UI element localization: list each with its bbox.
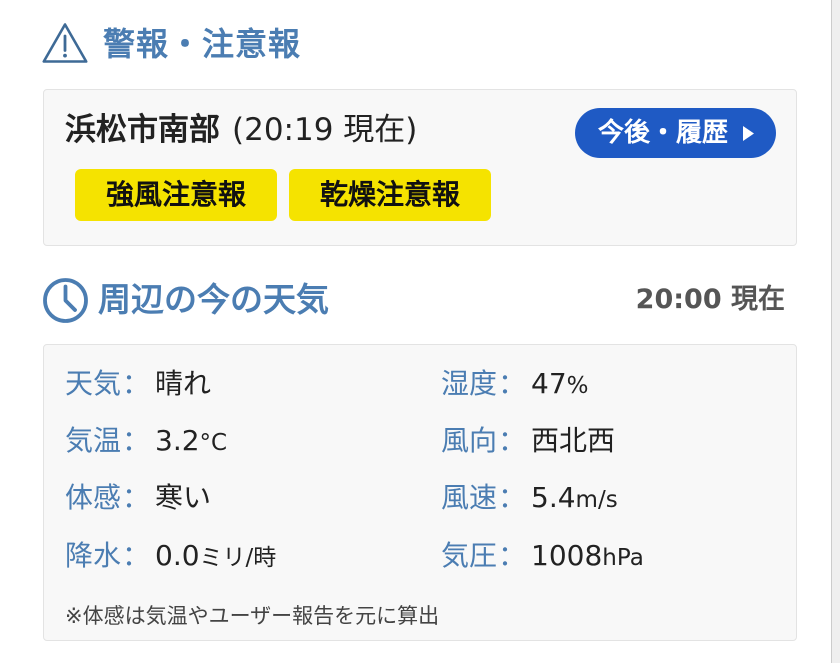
weather-item-temperature: 気温： 3.2°C <box>65 421 227 463</box>
weather-item-value: 1008 <box>531 539 603 572</box>
label-separator: ： <box>498 367 527 400</box>
forecast-history-button-label: 今後・履歴 <box>598 118 729 148</box>
weather-item-label: 湿度 <box>441 367 498 400</box>
weather-item-pressure: 気圧： 1008hPa <box>441 536 644 578</box>
area-timestamp: (20:19 現在) <box>232 112 418 148</box>
warnings-card: 浜松市南部 (20:19 現在) 今後・履歴 強風注意報 乾燥注意報 <box>43 89 797 246</box>
warnings-section-title: 警報・注意報 <box>103 25 302 63</box>
label-separator: ： <box>498 424 527 457</box>
weather-item-label: 風速 <box>441 481 498 514</box>
weather-section-title: 周辺の今の天気 <box>98 280 329 319</box>
weather-item-value: 3.2 <box>155 424 200 457</box>
weather-item-value: 西北西 <box>531 424 616 457</box>
weather-observed-time: 20:00 現在 <box>635 284 785 315</box>
warning-badge-dry-air[interactable]: 乾燥注意報 <box>289 169 491 221</box>
area-heading: 浜松市南部 (20:19 現在) <box>65 110 417 150</box>
weather-item-feels-like: 体感： 寒い <box>65 478 211 520</box>
page-edge-border <box>831 0 840 663</box>
label-separator: ： <box>498 481 527 514</box>
label-separator: ： <box>122 481 151 514</box>
weather-item-value: 0.0 <box>155 539 200 572</box>
warning-triangle-icon <box>42 23 88 63</box>
weather-item-value: 5.4 <box>531 481 576 514</box>
weather-item-wind-direction: 風向： 西北西 <box>441 421 615 463</box>
feels-like-footnote: ※体感は気温やユーザー報告を元に算出 <box>65 604 440 628</box>
arrow-right-icon <box>743 125 755 141</box>
weather-item-label: 降水 <box>65 539 122 572</box>
weather-item-value: 晴れ <box>155 367 212 400</box>
weather-item-wind-speed: 風速： 5.4m/s <box>441 478 618 520</box>
weather-item-unit: ミリ/時 <box>199 545 277 571</box>
forecast-history-button[interactable]: 今後・履歴 <box>575 108 776 158</box>
weather-item-label: 体感 <box>65 481 122 514</box>
current-weather-card: 天気： 晴れ 湿度： 47% 気温： 3.2°C 風向： 西北西 体感： 寒い 風速： 5.… <box>43 344 797 641</box>
weather-item-label: 天気 <box>65 367 122 400</box>
area-name: 浜松市南部 <box>65 112 220 148</box>
weather-item-unit: m/s <box>575 487 618 513</box>
label-separator: ： <box>122 367 151 400</box>
weather-item-precipitation: 降水： 0.0ミリ/時 <box>65 536 276 578</box>
weather-item-unit: % <box>566 373 589 399</box>
weather-item-unit: °C <box>199 430 228 456</box>
weather-item-value: 寒い <box>155 481 212 514</box>
weather-item-condition: 天気： 晴れ <box>65 364 211 406</box>
weather-item-unit: hPa <box>602 545 644 571</box>
warning-badge-strong-wind[interactable]: 強風注意報 <box>75 169 277 221</box>
label-separator: ： <box>498 539 527 572</box>
label-separator: ： <box>122 539 151 572</box>
weather-item-value: 47 <box>531 367 567 400</box>
label-separator: ： <box>122 424 151 457</box>
clock-icon <box>43 278 88 323</box>
weather-item-humidity: 湿度： 47% <box>441 364 589 406</box>
weather-item-label: 気温 <box>65 424 122 457</box>
weather-item-label: 気圧 <box>441 539 498 572</box>
weather-item-label: 風向 <box>441 424 498 457</box>
